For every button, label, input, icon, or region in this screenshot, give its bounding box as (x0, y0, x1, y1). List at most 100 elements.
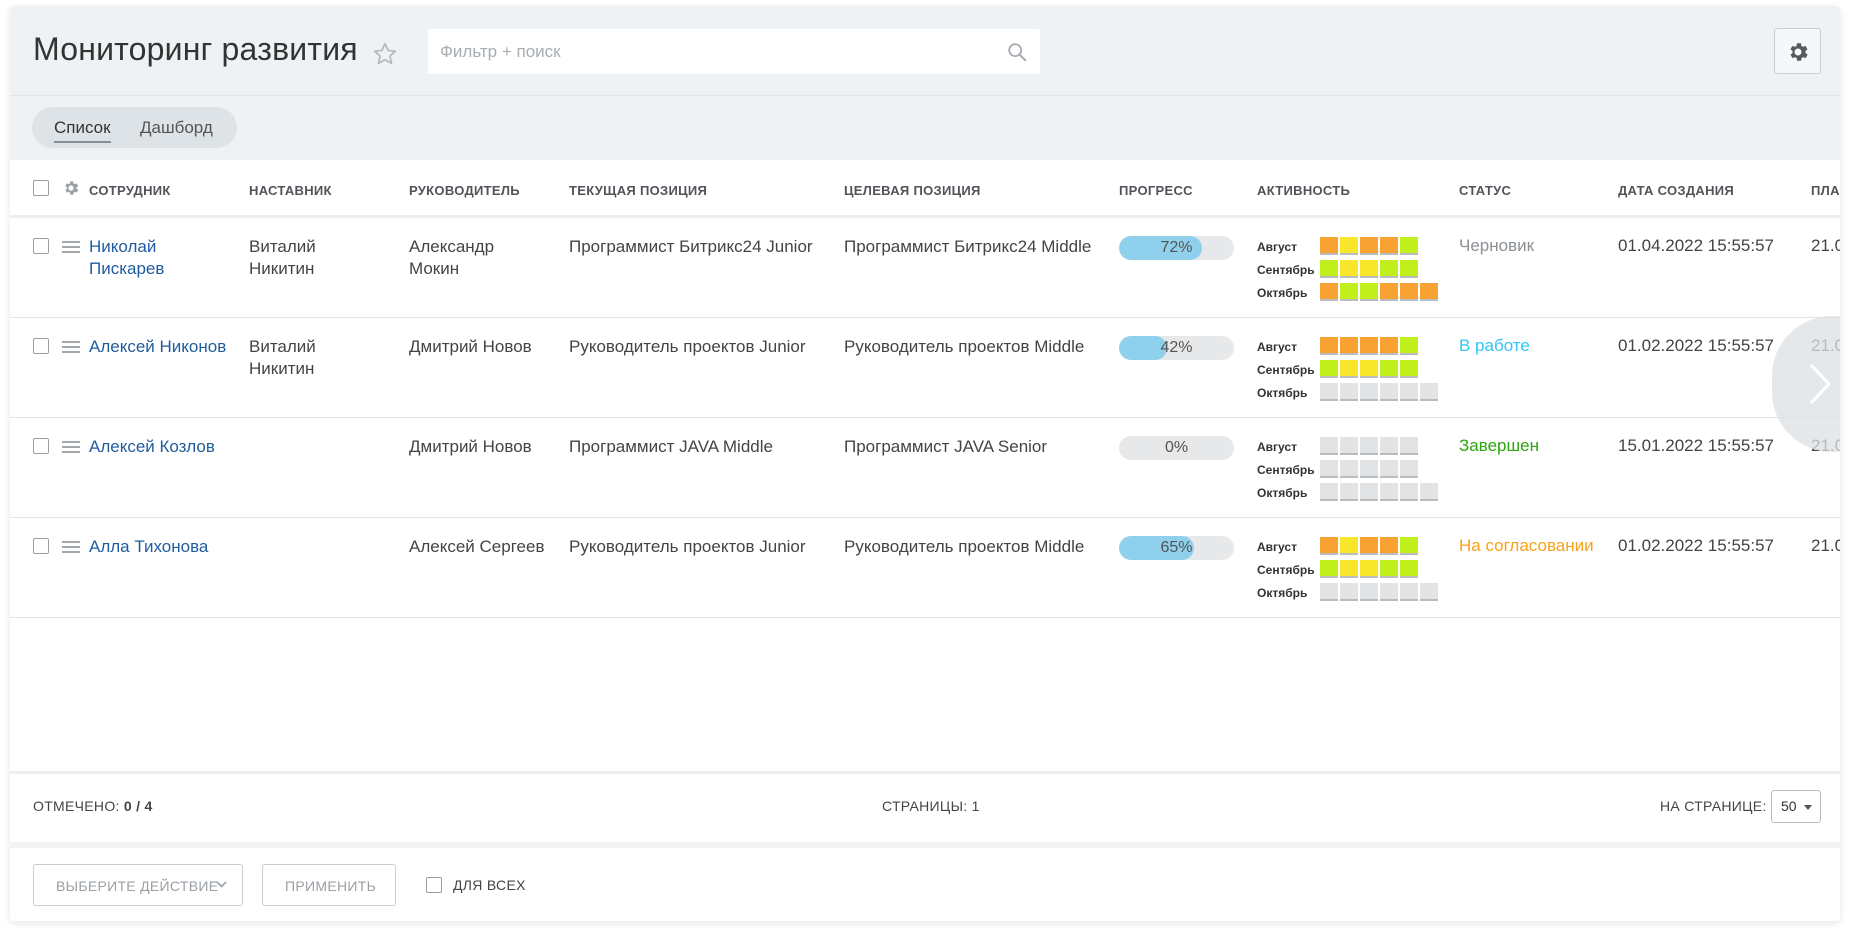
per-page-select[interactable]: 50 (1771, 790, 1821, 823)
activity-cell (1360, 437, 1378, 455)
checked-value: 0 / 4 (123, 798, 153, 814)
employee-name-link[interactable]: Николай Пискарев (89, 236, 239, 280)
activity-month-label: Сентябрь (1257, 263, 1315, 277)
activity-cell (1360, 283, 1378, 301)
created-date: 01.02.2022 15:55:57 (1618, 336, 1774, 355)
gear-icon (1790, 43, 1808, 61)
activity-month-row: Сентябрь (1257, 260, 1447, 283)
search-box (428, 29, 1040, 74)
page-header: Мониторинг развития Список Дашборд (10, 6, 1840, 160)
chevron-right-icon (1809, 363, 1832, 405)
activity-cell (1380, 360, 1398, 378)
drag-handle-icon[interactable] (62, 340, 80, 354)
target-position: Программист Битрикс24 Middle (844, 237, 1092, 256)
column-header-manager[interactable]: РУКОВОДИТЕЛЬ (409, 183, 520, 198)
table-row[interactable]: Алексей Никонов Виталий Никитин Дмитрий … (10, 318, 1840, 418)
column-header-status[interactable]: СТАТУС (1459, 183, 1511, 198)
favorite-star-icon[interactable] (372, 41, 398, 67)
activity-cell (1360, 460, 1378, 478)
employee-name-link-line1: Николай (89, 237, 157, 256)
activity-month-row: Август (1257, 337, 1447, 360)
manager-name-line1: Александр (409, 237, 495, 256)
activity-cell (1400, 537, 1418, 555)
activity-month-row: Октябрь (1257, 283, 1447, 306)
employee-name-link[interactable]: Алексей Козлов (89, 436, 239, 458)
tab-dashboard[interactable]: Дашборд (140, 118, 213, 138)
activity-cell (1320, 537, 1338, 555)
progress-bar: 72% (1119, 236, 1234, 260)
progress-value: 65% (1160, 539, 1193, 556)
current-position: Руководитель проектов Junior (569, 337, 806, 356)
table-row[interactable]: Алла Тихонова Алексей Сергеев Руководите… (10, 518, 1840, 618)
activity-cell (1400, 383, 1418, 401)
table-row[interactable]: Николай Пискарев Виталий Никитин Алексан… (10, 218, 1840, 318)
activity-month-label: Август (1257, 240, 1297, 254)
row-checkbox[interactable] (33, 538, 49, 554)
mentor-name-line1: Виталий (249, 337, 316, 356)
select-action-dropdown[interactable]: ВЫБЕРИТЕ ДЕЙСТВИЕ (33, 864, 243, 906)
employee-name-link-line2: Пискарев (89, 259, 165, 278)
activity-cell (1320, 583, 1338, 601)
column-header-plan[interactable]: ПЛАН (1811, 183, 1840, 198)
tab-list[interactable]: Список (54, 118, 111, 143)
activity-month-row: Август (1257, 537, 1447, 560)
drag-handle-icon[interactable] (62, 440, 80, 454)
column-header-target-position[interactable]: ЦЕЛЕВАЯ ПОЗИЦИЯ (844, 183, 981, 198)
mentor-name-line2: Никитин (249, 259, 315, 278)
drag-handle-icon[interactable] (62, 540, 80, 554)
column-header-mentor[interactable]: НАСТАВНИК (249, 183, 332, 198)
activity-cell (1400, 460, 1418, 478)
column-header-current-position[interactable]: ТЕКУЩАЯ ПОЗИЦИЯ (569, 183, 707, 198)
checked-label: ОТМЕЧЕНО: (33, 798, 120, 814)
manager-name: Дмитрий Новов (409, 436, 559, 458)
caret-down-icon (1804, 805, 1812, 810)
activity-month-row: Август (1257, 237, 1447, 260)
employee-name-link[interactable]: Алла Тихонова (89, 536, 239, 558)
progress-bar: 65% (1119, 536, 1234, 560)
activity-cell (1380, 483, 1398, 501)
per-page-label: НА СТРАНИЦЕ: (1660, 798, 1767, 814)
progress-value: 72% (1160, 239, 1193, 256)
activity-month-label: Октябрь (1257, 586, 1308, 600)
activity-cell (1360, 237, 1378, 255)
app-window: Мониторинг развития Список Дашборд СОТ (10, 6, 1840, 921)
column-header-activity[interactable]: АКТИВНОСТЬ (1257, 183, 1350, 198)
row-checkbox[interactable] (33, 438, 49, 454)
column-header-employee[interactable]: СОТРУДНИК (89, 183, 171, 198)
activity-cell (1360, 383, 1378, 401)
row-checkbox[interactable] (33, 338, 49, 354)
activity-grid: Август Сентябрь Октябрь (1257, 537, 1447, 606)
select-all-checkbox[interactable] (33, 180, 49, 196)
activity-cell (1380, 583, 1398, 601)
activity-cell (1360, 560, 1378, 578)
row-checkbox[interactable] (33, 238, 49, 254)
table-footer: ОТМЕЧЕНО: 0 / 4 СТРАНИЦЫ: 1 НА СТРАНИЦЕ:… (10, 774, 1840, 842)
settings-button[interactable] (1774, 28, 1821, 74)
table-row[interactable]: Алексей Козлов Дмитрий Новов Программист… (10, 418, 1840, 518)
activity-cell (1400, 283, 1418, 301)
apply-button[interactable]: ПРИМЕНИТЬ (262, 864, 396, 906)
activity-cell (1400, 360, 1418, 378)
activity-cell (1320, 437, 1338, 455)
column-header-progress[interactable]: ПРОГРЕСС (1119, 183, 1193, 198)
drag-handle-icon[interactable] (62, 240, 80, 254)
for-all-checkbox[interactable] (426, 877, 442, 893)
mentor-name: Виталий Никитин (249, 336, 399, 380)
activity-month-row: Август (1257, 437, 1447, 460)
search-input[interactable] (428, 29, 988, 74)
activity-month-label: Октябрь (1257, 486, 1308, 500)
search-icon[interactable] (1006, 41, 1028, 63)
activity-cell (1360, 583, 1378, 601)
activity-cell (1340, 437, 1358, 455)
status-label: В работе (1459, 336, 1530, 355)
column-settings-gear-icon[interactable] (62, 179, 80, 197)
activity-cell (1360, 537, 1378, 555)
activity-cell (1320, 237, 1338, 255)
activity-cell (1340, 537, 1358, 555)
mentor-name-line2: Никитин (249, 359, 315, 378)
activity-cell (1320, 460, 1338, 478)
activity-cell (1420, 583, 1438, 601)
activity-cell (1400, 583, 1418, 601)
employee-name-link[interactable]: Алексей Никонов (89, 336, 239, 358)
column-header-created-date[interactable]: ДАТА СОЗДАНИЯ (1618, 183, 1734, 198)
